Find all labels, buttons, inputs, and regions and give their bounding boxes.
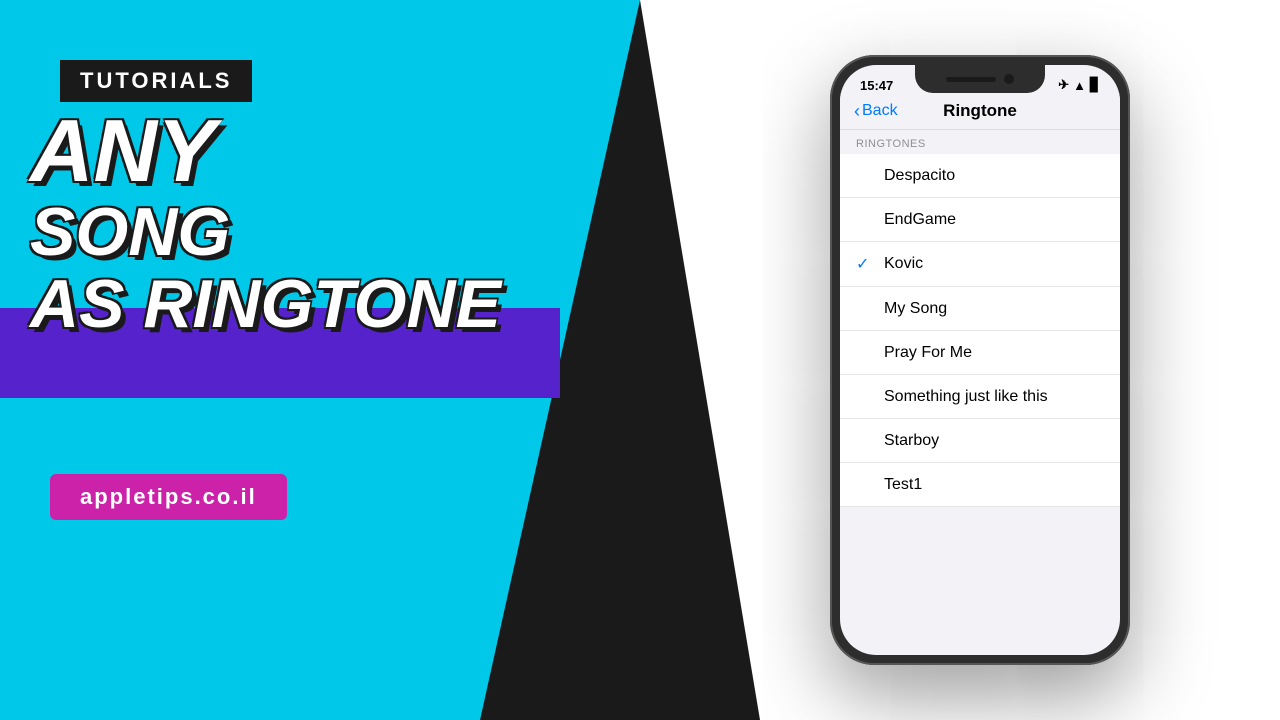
ringtone-name: EndGame xyxy=(884,211,1104,229)
chevron-left-icon: ‹ xyxy=(854,101,860,122)
ringtone-item[interactable]: Pray For Me xyxy=(840,331,1120,375)
wifi-icon: ▲ xyxy=(1073,78,1086,93)
ringtone-name: Something just like this xyxy=(884,388,1104,406)
ringtone-name: Pray For Me xyxy=(884,344,1104,362)
ringtone-item[interactable]: Despacito xyxy=(840,154,1120,198)
main-title: ANY SONG AS RINGTONE xyxy=(30,105,530,340)
notch-speaker xyxy=(946,77,996,82)
status-time: 15:47 xyxy=(860,78,893,93)
title-line1: ANY xyxy=(30,105,530,197)
ringtone-item[interactable]: EndGame xyxy=(840,198,1120,242)
battery-icon: ▊ xyxy=(1090,77,1100,93)
website-badge: appletips.co.il xyxy=(50,474,287,520)
section-header: RINGTONES xyxy=(840,130,1120,154)
ringtone-name: My Song xyxy=(884,300,1104,318)
checkmark-icon: ✓ xyxy=(856,254,876,274)
phone-frame: 15:47 ✈ ▲ ▊ ‹ Back Ringtone RIN xyxy=(830,55,1130,665)
title-line3: AS RINGTONE xyxy=(30,269,530,340)
notch-camera xyxy=(1004,74,1014,84)
back-button[interactable]: ‹ Back xyxy=(854,101,898,122)
left-panel: TUTORIALS ANY SONG AS RINGTONE appletips… xyxy=(0,0,640,720)
ringtone-name: Test1 xyxy=(884,476,1104,494)
status-icons: ✈ ▲ ▊ xyxy=(1058,77,1100,93)
ringtone-name: Starboy xyxy=(884,432,1104,450)
right-panel: 15:47 ✈ ▲ ▊ ‹ Back Ringtone RIN xyxy=(640,0,1280,720)
ringtone-name: Despacito xyxy=(884,167,1104,185)
nav-title: Ringtone xyxy=(943,101,1017,121)
ringtone-list: Despacito EndGame ✓ Kovic My Song Pray F… xyxy=(840,154,1120,507)
ringtone-item[interactable]: Something just like this xyxy=(840,375,1120,419)
title-line2: SONG xyxy=(30,197,530,268)
phone-screen: 15:47 ✈ ▲ ▊ ‹ Back Ringtone RIN xyxy=(840,65,1120,655)
ringtone-item[interactable]: ✓ Kovic xyxy=(840,242,1120,287)
phone-notch xyxy=(915,65,1045,93)
ringtone-item[interactable]: Starboy xyxy=(840,419,1120,463)
tutorials-badge: TUTORIALS xyxy=(60,60,252,102)
ringtone-item[interactable]: Test1 xyxy=(840,463,1120,507)
back-label: Back xyxy=(862,102,898,120)
ringtone-name: Kovic xyxy=(884,255,1104,273)
airplane-icon: ✈ xyxy=(1058,77,1069,93)
phone-wrapper: 15:47 ✈ ▲ ▊ ‹ Back Ringtone RIN xyxy=(830,55,1130,665)
nav-bar: ‹ Back Ringtone xyxy=(840,93,1120,130)
ringtone-item[interactable]: My Song xyxy=(840,287,1120,331)
